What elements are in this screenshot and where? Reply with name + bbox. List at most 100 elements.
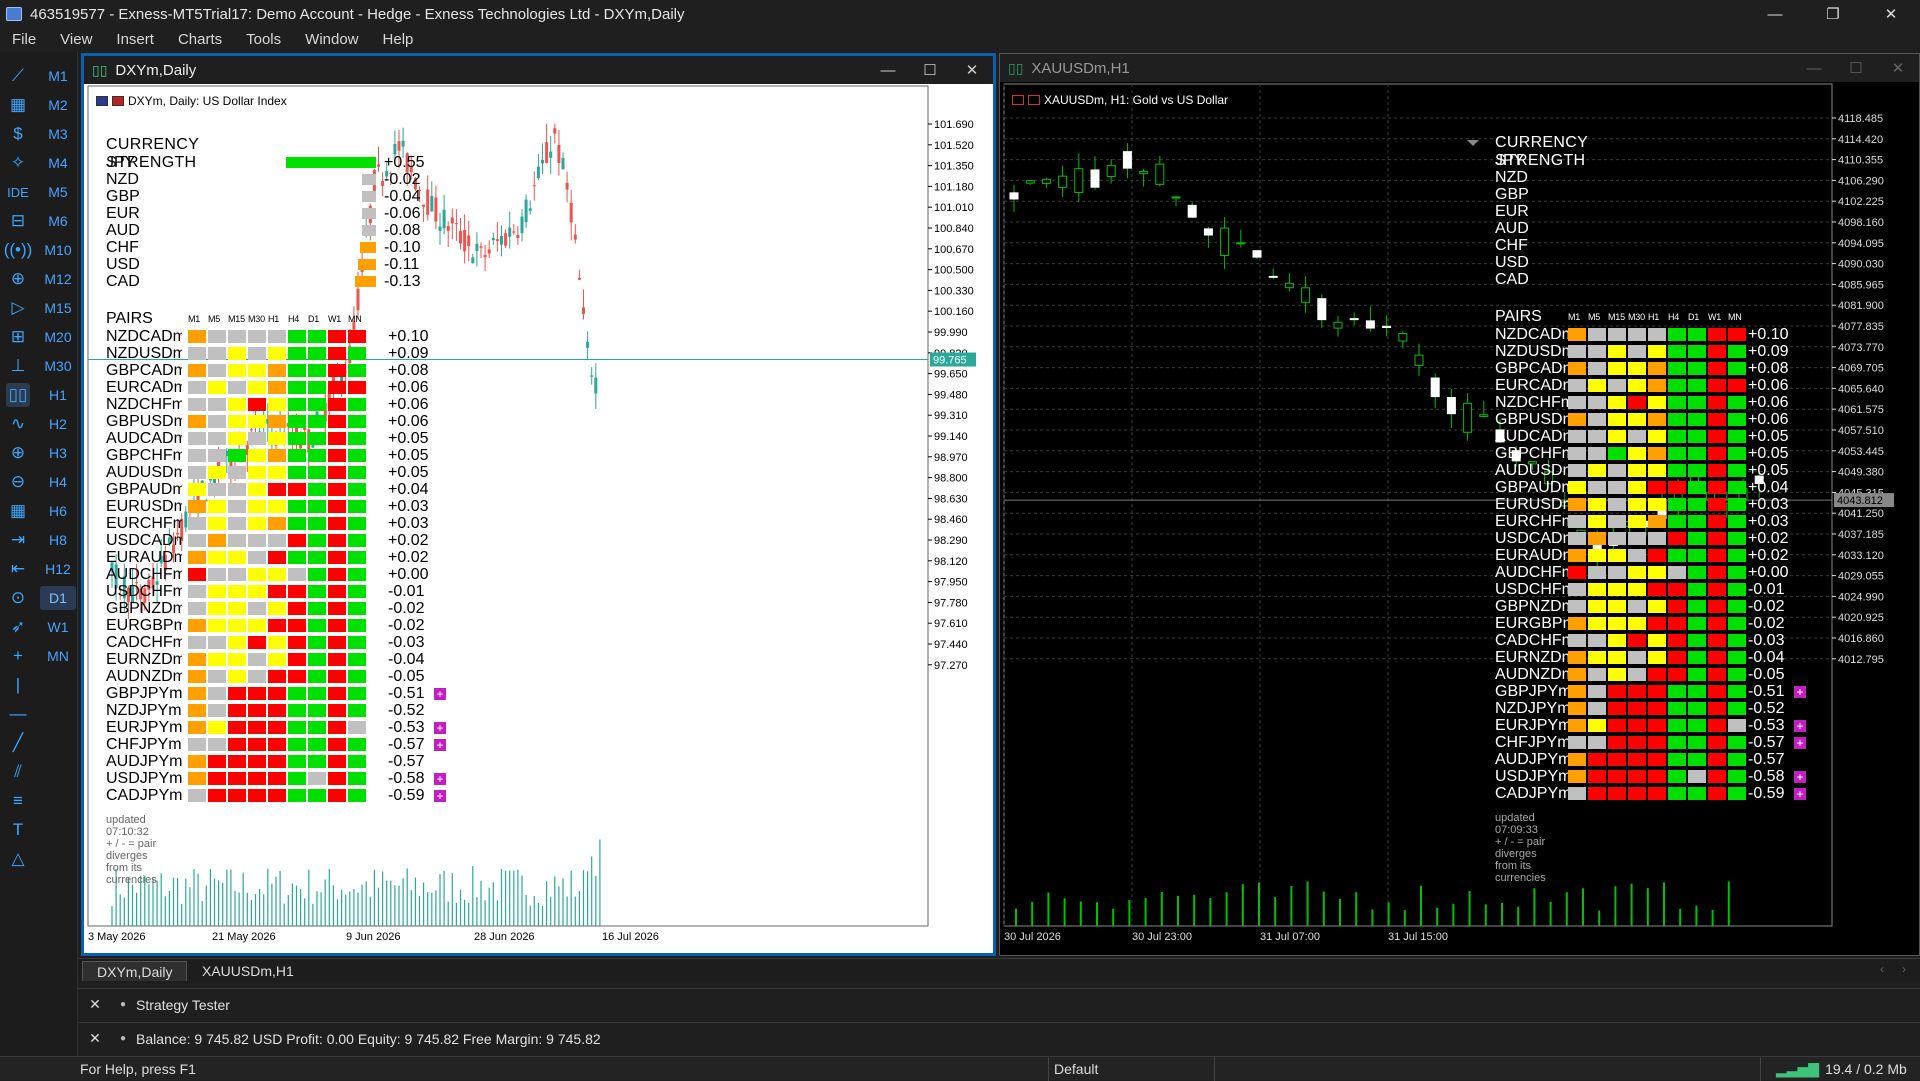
chart-window-dxy[interactable]: ▯▯ DXYm,Daily — ☐ ✕ 101.690 101.520 101.35…	[81, 53, 996, 956]
signal-cell	[1588, 719, 1606, 732]
horizontal-line-icon[interactable]: —	[6, 702, 30, 726]
timeframe-m2[interactable]: M2	[40, 93, 76, 117]
signal-icon[interactable]: ✧	[6, 151, 30, 175]
radio-icon[interactable]: ((•))	[4, 238, 33, 262]
minimize-button[interactable]: —	[1746, 0, 1804, 28]
timeframe-h3[interactable]: H3	[40, 441, 76, 465]
timeframe-mn[interactable]: MN	[40, 644, 76, 668]
menu-window[interactable]: Window	[293, 31, 370, 48]
dxy-minimize-button[interactable]: —	[867, 56, 909, 84]
menu-view[interactable]: View	[48, 31, 104, 48]
menu-insert[interactable]: Insert	[104, 31, 166, 48]
timeframe-h6[interactable]: H6	[40, 499, 76, 523]
dollar-icon[interactable]: $	[6, 122, 30, 146]
pair-cells	[1568, 498, 1746, 511]
tab-xau[interactable]: XAUUSDm,H1	[188, 961, 308, 981]
timeframe-m12[interactable]: M12	[40, 267, 76, 291]
timeframe-m5[interactable]: M5	[40, 180, 76, 204]
maximize-button[interactable]: ❐	[1804, 0, 1862, 28]
timeframe-w1[interactable]: W1	[40, 615, 76, 639]
pair-name: NZDCADm	[106, 328, 182, 345]
globe-icon[interactable]: ⊕	[6, 267, 30, 291]
plus-chart-icon[interactable]: ⊞	[6, 325, 30, 349]
grid-icon[interactable]: ▦	[6, 499, 30, 523]
menu-file[interactable]: File	[0, 31, 48, 48]
candle-body	[438, 226, 442, 231]
tab-scroll-right-icon[interactable]: ›	[1902, 962, 1906, 976]
zoom-out-icon[interactable]: ⊖	[6, 470, 30, 494]
candle-body	[1106, 165, 1116, 177]
xau-maximize-button[interactable]: ☐	[1835, 54, 1877, 82]
close-icon[interactable]: ✕	[84, 1030, 106, 1047]
signal-cell	[248, 704, 266, 717]
status-profile[interactable]: Default	[1054, 1061, 1098, 1077]
status-network[interactable]: ▂▃▅▇ 19.4 / 0.2 Mb	[1776, 1061, 1907, 1078]
play-icon[interactable]: ▷	[6, 296, 30, 320]
signal-cell	[228, 347, 246, 360]
channel-icon[interactable]: ⫽	[6, 760, 30, 784]
signal-cell	[1688, 549, 1706, 562]
zoom-in-icon[interactable]: ⊕	[6, 441, 30, 465]
tab-scroll-left-icon[interactable]: ‹	[1880, 962, 1884, 976]
signal-cell	[188, 653, 206, 666]
market-icon[interactable]: ⊟	[6, 209, 30, 233]
timeframe-m30[interactable]: M30	[40, 354, 76, 378]
shift-icon[interactable]: ⇤	[6, 557, 30, 581]
xau-minimize-button[interactable]: —	[1793, 54, 1835, 82]
dxy-close-button[interactable]: ✕	[951, 56, 993, 84]
timeframe-m6[interactable]: M6	[40, 209, 76, 233]
signal-cell	[208, 653, 226, 666]
oscillator-icon[interactable]: ∿	[6, 412, 30, 436]
fib-icon[interactable]: ≡	[6, 789, 30, 813]
line-chart-icon[interactable]: ⟋	[6, 64, 30, 88]
xau-close-button[interactable]: ✕	[1877, 54, 1919, 82]
timeframe-h2[interactable]: H2	[40, 412, 76, 436]
signal-cell	[1608, 498, 1626, 511]
signal-cell	[1588, 413, 1606, 426]
chart-window-xau[interactable]: ▯▯ XAUUSDm,H1 — ☐ ✕ 4118.485 4114.420 4110…	[999, 53, 1920, 956]
currency-name: CHF	[1495, 237, 1528, 254]
indicator-icon[interactable]: ⊥	[6, 354, 30, 378]
close-button[interactable]: ✕	[1862, 0, 1920, 28]
pair-row: EURAUDm +0.02	[106, 549, 436, 566]
menu-help[interactable]: Help	[371, 31, 426, 48]
autoscroll-icon[interactable]: ⇥	[6, 528, 30, 552]
timeframe-d1[interactable]: D1	[40, 586, 76, 610]
timeframe-h8[interactable]: H8	[40, 528, 76, 552]
screenshot-icon[interactable]: ⊙	[6, 586, 30, 610]
cursor-icon[interactable]: ➶	[6, 615, 30, 639]
signal-cell	[208, 636, 226, 649]
close-icon[interactable]: ✕	[84, 996, 106, 1013]
signal-cell	[188, 364, 206, 377]
shapes-icon[interactable]: △	[6, 847, 30, 871]
strategy-tester-label[interactable]: Strategy Tester	[136, 997, 230, 1013]
timeframe-h4[interactable]: H4	[40, 470, 76, 494]
text-icon[interactable]: T	[6, 818, 30, 842]
timeframe-h1[interactable]: H1	[40, 383, 76, 407]
ide-icon[interactable]: IDE	[6, 180, 30, 204]
pair-value: -0.01	[388, 583, 425, 600]
crosshair-icon[interactable]: +	[6, 644, 30, 668]
menu-charts[interactable]: Charts	[166, 31, 234, 48]
dxy-window-header[interactable]: ▯▯ DXYm,Daily — ☐ ✕	[84, 56, 993, 84]
vertical-line-icon[interactable]: |	[6, 673, 30, 697]
pair-value: +0.06	[388, 413, 429, 430]
dxy-maximize-button[interactable]: ☐	[909, 56, 951, 84]
xau-window-header[interactable]: ▯▯ XAUUSDm,H1 — ☐ ✕	[1000, 54, 1919, 82]
timeframe-m10[interactable]: M10	[40, 238, 76, 262]
pair-value: -0.02	[1748, 598, 1785, 615]
timeframe-m4[interactable]: M4	[40, 151, 76, 175]
timeframe-h12[interactable]: H12	[40, 557, 76, 581]
candle-body	[549, 151, 553, 158]
timeframe-m15[interactable]: M15	[40, 296, 76, 320]
tab-dxy[interactable]: DXYm,Daily	[82, 961, 188, 981]
trend-line-icon[interactable]: ╱	[6, 731, 30, 755]
timeframe-m3[interactable]: M3	[40, 122, 76, 146]
timeframe-m1[interactable]: M1	[40, 64, 76, 88]
pair-value: -0.58	[1748, 768, 1785, 785]
menu-tools[interactable]: Tools	[234, 31, 293, 48]
pair-cells	[1568, 753, 1746, 766]
timeframe-m20[interactable]: M20	[40, 325, 76, 349]
candles-icon[interactable]: ▦	[6, 93, 30, 117]
bars-icon[interactable]: ▯▯	[6, 383, 30, 407]
